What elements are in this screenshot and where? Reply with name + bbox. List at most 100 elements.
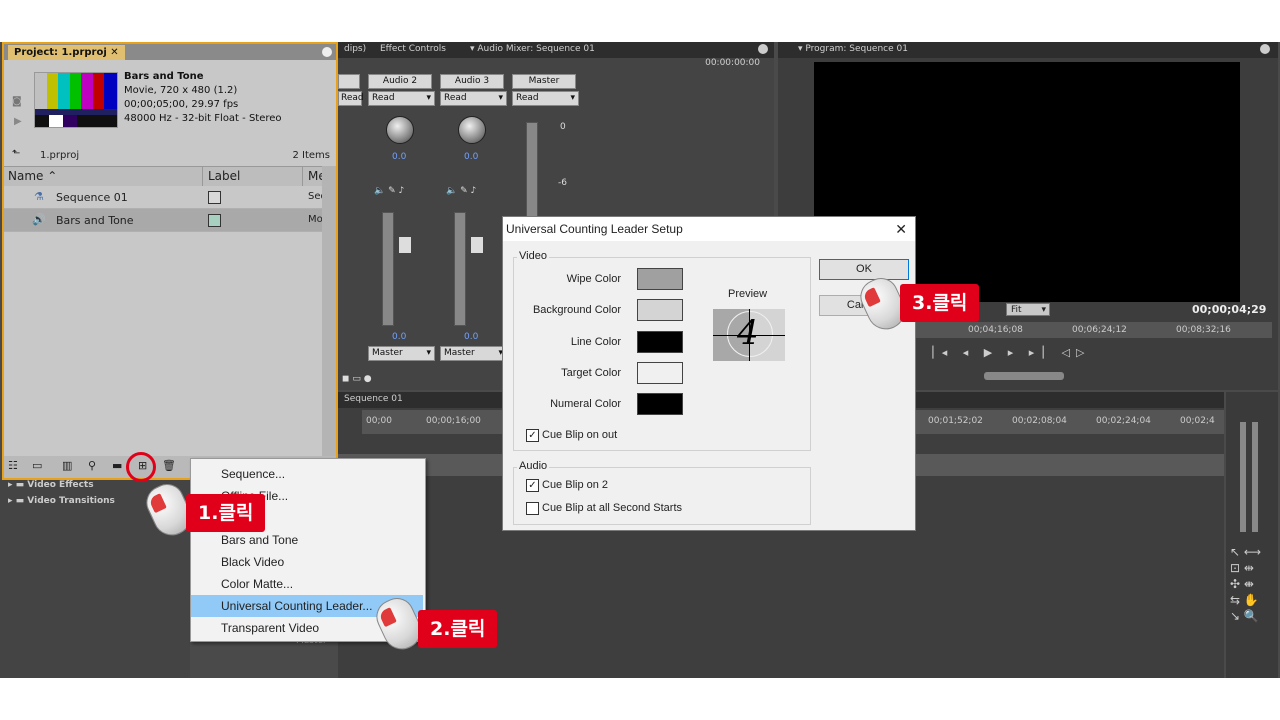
zoom-select[interactable]: Fit ▾	[1006, 303, 1050, 316]
universal-counting-leader-dialog: Universal Counting Leader Setup ✕ Video …	[502, 216, 916, 531]
project-tab-bar: Project: 1.prproj ✕	[4, 44, 336, 60]
audio2-vol-value: 0.0	[392, 332, 407, 342]
master-name[interactable]: Master	[512, 74, 576, 89]
cue-blip-out-checkbox[interactable]: ✓	[526, 429, 539, 442]
label-color-box[interactable]	[208, 191, 221, 204]
project-column-header: Name ⌃ Label Me	[4, 166, 326, 187]
program-ruler[interactable]: 00;04;16;08 00;06;24;12 00;08;32;16	[916, 322, 1272, 338]
clip-info-line-3: 48000 Hz - 32-bit Float - Stereo	[124, 113, 282, 124]
program-menu-icon[interactable]	[1260, 44, 1270, 54]
cue-blip-out-label: Cue Blip on out	[542, 429, 618, 441]
tab-effect-controls[interactable]: Effect Controls	[374, 43, 452, 55]
dialog-title-bar: Universal Counting Leader Setup ✕	[503, 217, 915, 241]
program-timecode: 00;00;04;29	[1192, 303, 1267, 316]
audio3-vol-value: 0.0	[464, 332, 479, 342]
project-item-bars-and-tone[interactable]: 🔊 Bars and Tone Mo	[4, 209, 323, 232]
list-view-icon[interactable]: ☷	[8, 459, 18, 472]
menu-item-black-video[interactable]: Black Video	[191, 551, 423, 573]
item-count: 2 Items	[292, 150, 330, 161]
tab-audio-mixer[interactable]: ▾ Audio Mixer: Sequence 01	[464, 43, 601, 55]
tab-project[interactable]: Project: 1.prproj ✕	[8, 45, 125, 60]
audio2-meter	[382, 212, 394, 326]
audio3-pan-knob[interactable]	[458, 116, 486, 144]
callout-step-2: 2.클릭	[418, 610, 498, 648]
cue-blip-all-checkbox[interactable]	[526, 502, 539, 515]
cue-blip-2-label: Cue Blip on 2	[542, 479, 609, 491]
clip-info-line-1: Movie, 720 x 480 (1.2)	[124, 85, 238, 96]
play-thumbnail-icon[interactable]: ▶	[14, 116, 22, 127]
new-bin-icon[interactable]: ▬	[112, 459, 122, 472]
dialog-title: Universal Counting Leader Setup	[506, 222, 683, 236]
background-color-swatch[interactable]	[637, 299, 683, 321]
jog-shuttle[interactable]	[984, 372, 1064, 380]
background-color-label: Background Color	[532, 304, 621, 316]
master-meter	[526, 122, 538, 224]
audio1-mode[interactable]: Read	[338, 91, 364, 106]
numeral-color-label: Numeral Color	[550, 398, 621, 410]
project-panel: Project: 1.prproj ✕ ◙ ▶ Bars and Tone Mo…	[2, 42, 338, 480]
audio2-output[interactable]: Master ▾	[368, 346, 435, 361]
project-menu-icon[interactable]	[322, 47, 332, 57]
audio3-mute-icon[interactable]: 🔈 ✎ ♪	[446, 186, 476, 196]
mixer-tab-bar: dips) Effect Controls ▾ Audio Mixer: Seq…	[338, 42, 774, 58]
icon-view-icon[interactable]: ▭	[32, 459, 42, 472]
menu-item-sequence[interactable]: Sequence...	[191, 463, 423, 485]
audio3-mode[interactable]: Read ▾	[440, 91, 507, 106]
master-mode[interactable]: Read ▾	[512, 91, 579, 106]
clip-info-line-2: 00;00;05;00, 29.97 fps	[124, 99, 239, 110]
numeral-color-swatch[interactable]	[637, 393, 683, 415]
clip-title: Bars and Tone	[124, 71, 204, 82]
line-color-swatch[interactable]	[637, 331, 683, 353]
audio3-meter	[454, 212, 466, 326]
audio2-mute-icon[interactable]: 🔈 ✎ ♪	[374, 186, 404, 196]
video-group-label: Video	[517, 250, 549, 262]
close-icon[interactable]: ✕	[895, 217, 907, 241]
item-name: Sequence 01	[56, 191, 128, 204]
effects-video-transitions[interactable]: ▸ ▬ Video Transitions	[8, 496, 115, 506]
effects-video-effects[interactable]: ▸ ▬ Video Effects	[8, 480, 94, 490]
ok-button[interactable]: OK	[819, 259, 909, 280]
sequence-icon: ⚗	[34, 190, 44, 203]
panel-menu-icon[interactable]	[758, 44, 768, 54]
sort-up-icon: ⌃	[47, 169, 58, 183]
item-name: Bars and Tone	[56, 214, 134, 227]
target-color-label: Target Color	[561, 367, 621, 379]
menu-item-bars-and-tone[interactable]: Bars and Tone	[191, 529, 423, 551]
tab-program[interactable]: ▾ Program: Sequence 01	[792, 43, 914, 55]
wipe-color-swatch[interactable]	[637, 268, 683, 290]
callout-step-1: 1.클릭	[186, 494, 266, 532]
clip-thumbnail	[34, 72, 118, 128]
mixer-transport-icons[interactable]: ◼ ▭ ●	[342, 374, 372, 384]
audio2-name[interactable]: Audio 2	[368, 74, 432, 89]
audio3-name[interactable]: Audio 3	[440, 74, 504, 89]
audio1-button[interactable]	[338, 74, 360, 89]
camera-icon: ◙	[12, 96, 22, 107]
master-scale-0: 0	[560, 122, 566, 132]
audio-group-label: Audio	[517, 460, 550, 472]
clear-icon[interactable]: 🗑	[162, 459, 176, 472]
find-icon[interactable]: ⚲	[88, 459, 96, 472]
project-folder-icon[interactable]: ⬑	[12, 148, 20, 159]
target-color-swatch[interactable]	[637, 362, 683, 384]
cue-blip-all-label: Cue Blip at all Second Starts	[542, 502, 683, 514]
preview-label: Preview	[728, 288, 768, 300]
project-scrollbar[interactable]	[322, 166, 336, 456]
tab-dips[interactable]: dips)	[338, 43, 372, 55]
program-transport-controls[interactable]: ⎮◂ ◂ ▶ ▸ ▸⎮ ◁▷	[930, 346, 1090, 359]
column-name[interactable]: Name ⌃	[8, 169, 57, 183]
tab-sequence[interactable]: Sequence 01	[338, 393, 409, 405]
audio3-output[interactable]: Master ▾	[440, 346, 507, 361]
audio2-mode[interactable]: Read ▾	[368, 91, 435, 106]
audio3-pan-value: 0.0	[464, 152, 479, 162]
project-item-sequence[interactable]: ⚗ Sequence 01 Seq	[4, 186, 327, 209]
audio2-pan-knob[interactable]	[386, 116, 414, 144]
callout-step-3: 3.클릭	[900, 284, 980, 322]
audio2-fader-handle[interactable]	[398, 236, 412, 254]
label-color-box[interactable]	[208, 214, 221, 227]
menu-item-color-matte[interactable]: Color Matte...	[191, 573, 423, 595]
audio3-fader-handle[interactable]	[470, 236, 484, 254]
automate-icon[interactable]: ▥	[62, 459, 72, 472]
cue-blip-2-checkbox[interactable]: ✓	[526, 479, 539, 492]
column-label[interactable]: Label	[208, 169, 240, 183]
edit-tools-icons[interactable]: ↖ ⟷ ⊡ ⇹ ✣ ⇼ ⇆ ✋ ↘ 🔍	[1230, 544, 1274, 624]
